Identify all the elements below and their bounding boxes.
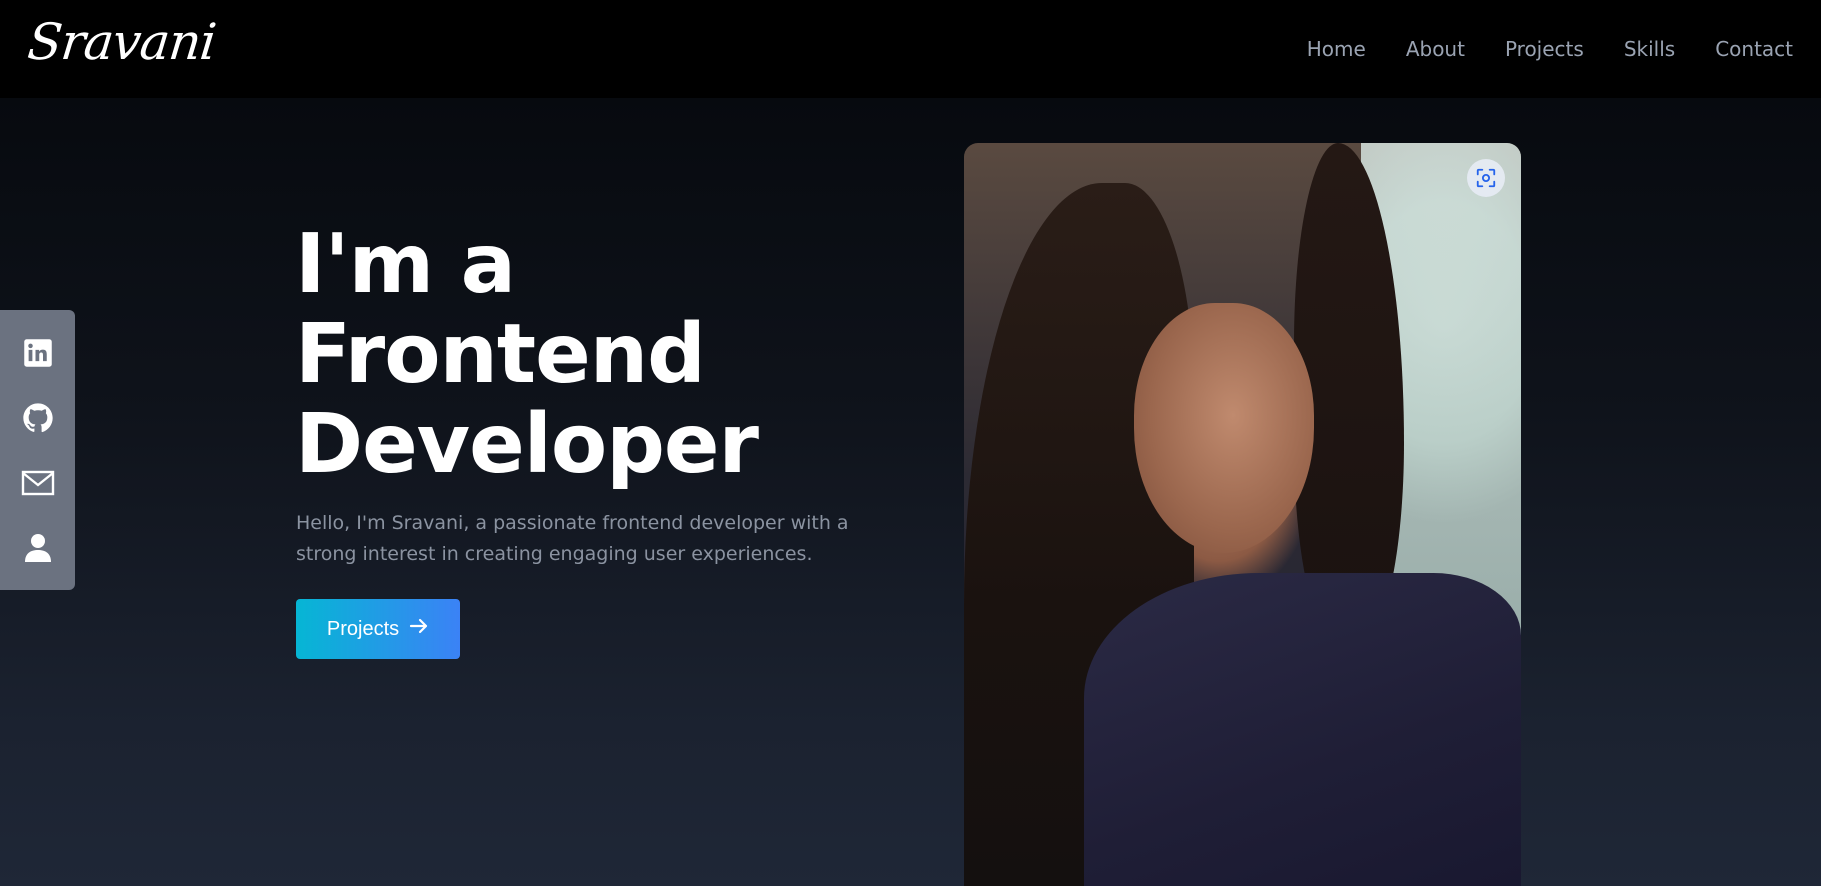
headline-line-3: Developer: [295, 397, 759, 492]
nav-item-skills[interactable]: Skills: [1624, 37, 1675, 61]
github-icon[interactable]: [20, 400, 56, 436]
hero-intro-text: Hello, I'm Sravani, a passionate fronten…: [296, 512, 849, 565]
social-sidebar: [0, 310, 75, 590]
nav-item-about[interactable]: About: [1406, 37, 1465, 61]
user-icon[interactable]: [20, 530, 56, 566]
projects-button[interactable]: Projects: [296, 599, 460, 659]
hero-section: [0, 98, 1821, 886]
headline-line-1: I'm a: [295, 217, 516, 312]
headline-line-2: Frontend: [295, 307, 706, 402]
mail-icon[interactable]: [20, 465, 56, 501]
photo-face: [1134, 303, 1314, 553]
linkedin-icon[interactable]: [20, 335, 56, 371]
projects-button-label: Projects: [326, 617, 400, 640]
nav-item-projects[interactable]: Projects: [1505, 37, 1584, 61]
photo-shirt: [1084, 573, 1521, 886]
hero-headline: I'm a Frontend Developer: [295, 217, 759, 492]
site-header: Sravani Home About Projects Skills Conta…: [0, 0, 1821, 98]
main-nav: Home About Projects Skills Contact: [1307, 37, 1793, 61]
arrow-right-icon: [409, 617, 429, 641]
site-logo[interactable]: Sravani: [25, 13, 218, 71]
visual-search-icon[interactable]: [1467, 159, 1505, 197]
profile-photo: [964, 143, 1521, 886]
nav-item-home[interactable]: Home: [1307, 37, 1366, 61]
nav-item-contact[interactable]: Contact: [1715, 37, 1793, 61]
